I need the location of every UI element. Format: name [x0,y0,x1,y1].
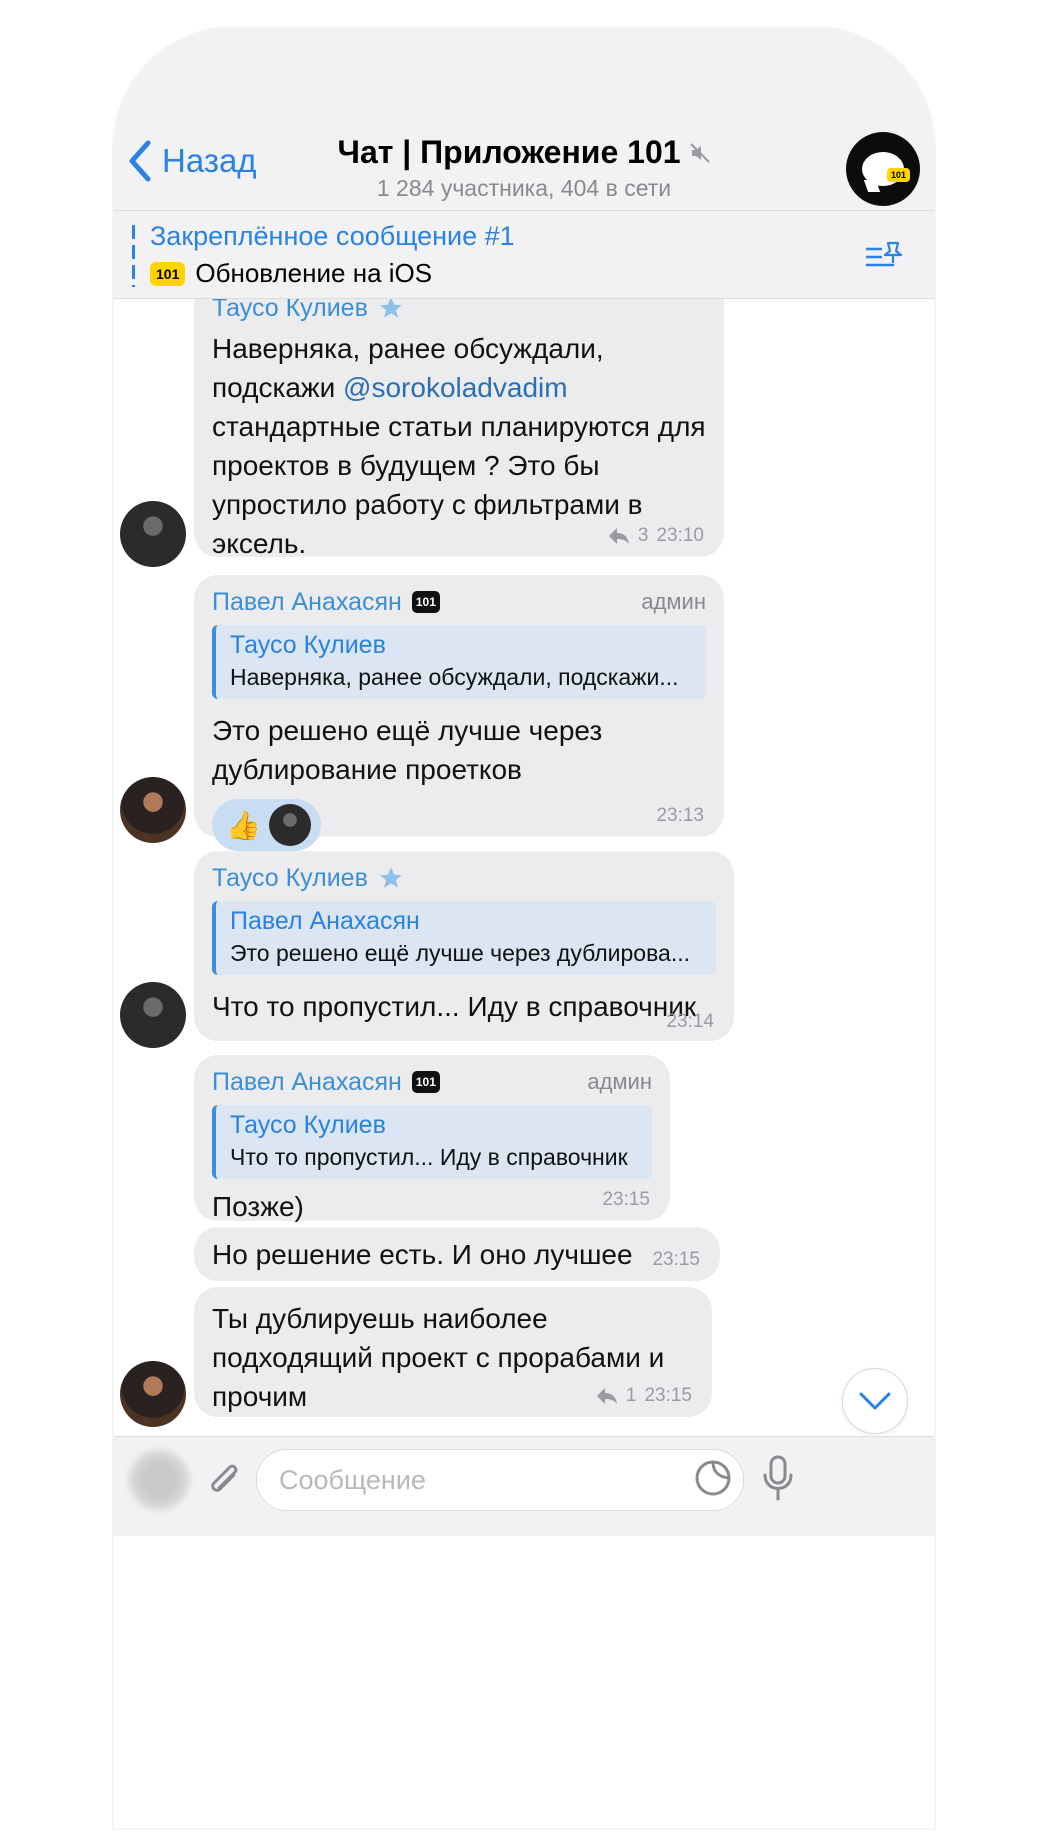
pinned-text: Обновление на iOS [195,258,433,288]
reaction-chip[interactable]: 👍 [212,799,321,851]
avatar[interactable] [120,501,186,567]
pin-list-icon[interactable] [864,241,904,271]
attach-icon[interactable] [206,1461,242,1501]
quote-sender: Павел Анахасян [230,907,420,935]
sender-name[interactable]: Павел Анахасян 101 [212,587,706,617]
sender-name[interactable]: Таусо Кулиев [212,299,706,323]
quote-sender: Таусо Кулиев [230,631,386,659]
microphone-icon[interactable] [762,1455,794,1501]
pinned-badge: 101 [150,261,186,286]
message-meta: 23:15 [652,1249,700,1271]
quote-text: Что то пропустил... Иду в справочник [230,1144,628,1170]
avatar-tag: 101 [886,168,910,182]
back-label: Назад [162,142,257,179]
message-time: 23:10 [656,525,704,546]
message-bubble[interactable]: Ты дублируешь наиболее подходящий проект… [194,1287,712,1417]
pinned-message-bar[interactable]: Закреплённое сообщение #1 101 Обновление… [114,211,934,299]
reply-quote[interactable]: Таусо Кулиев Что то пропустил... Иду в с… [212,1105,652,1179]
message-text: Что то пропустил... Иду в справочник [212,991,697,1022]
message-time: 23:14 [666,1011,714,1032]
sender-badge: 101 [411,1071,440,1093]
quote-text: Это решено ещё лучше через дублирова... [230,940,691,966]
sender-name[interactable]: Павел Анахасян 101 [212,1067,652,1097]
sender-name[interactable]: Таусо Кулиев [212,863,716,893]
chevron-left-icon [129,140,151,182]
quote-sender: Таусо Кулиев [230,1111,386,1139]
message-meta: 3 23:10 [608,525,704,547]
admin-label: админ [587,1069,652,1094]
chat-title-area[interactable]: Чат | Приложение 101 1 284 участника, 40… [314,134,734,202]
chevron-down-icon [859,1392,891,1410]
reply-quote[interactable]: Павел Анахасян Это решено ещё лучше чере… [212,901,716,975]
message-meta: 1 23:15 [596,1385,692,1407]
reactor-avatar [268,804,311,846]
avatar[interactable] [120,777,186,843]
avatar[interactable] [120,982,186,1048]
scroll-to-bottom-button[interactable] [842,1368,908,1434]
message-composer: Сообщение [114,1436,934,1536]
reply-arrow-icon [596,1388,617,1404]
message-meta: 23:15 [602,1189,650,1211]
thumbs-up-icon: 👍 [226,809,261,841]
message-time: 23:13 [656,805,704,826]
reply-quote[interactable]: Таусо Кулиев Наверняка, ранее обсуждали,… [212,625,706,699]
message-bubble[interactable]: Павел Анахасян 101 админ Таусо Кулиев На… [194,575,724,851]
star-icon [380,867,402,888]
avatar[interactable] [120,1361,186,1427]
reply-arrow-icon [608,528,629,544]
message-meta: 23:14 [666,1011,714,1033]
reply-count[interactable]: 3 [638,525,649,547]
pinned-indicator [132,225,135,287]
admin-label: админ [641,589,706,614]
message-time: 23:15 [644,1385,692,1406]
message-text: Но решение есть. И оно лучшее [212,1239,633,1270]
message-feed[interactable]: Таусо Кулиев Наверняка, ранее обсуждали,… [114,299,934,1434]
quote-text: Наверняка, ранее обсуждали, подскажи... [230,664,679,690]
chat-members-status: 1 284 участника, 404 в сети [376,175,672,201]
message-bubble[interactable]: Таусо Кулиев Наверняка, ранее обсуждали,… [194,299,724,559]
star-icon [380,299,402,318]
chat-title: Чат | Приложение 101 [337,134,681,170]
chat-header: Назад Чат | Приложение 101 1 284 участни… [114,28,934,211]
message-bubble[interactable]: Но решение есть. И оно лучшее 23:15 [194,1227,720,1281]
sender-badge: 101 [411,591,440,613]
mention-link[interactable]: @sorokoladvadim [343,372,568,403]
chat-avatar[interactable]: 101 [846,132,920,206]
sticker-icon[interactable] [694,1459,732,1497]
message-time: 23:15 [602,1189,650,1210]
pinned-title: Закреплённое сообщение #1 [150,221,515,251]
message-text: Это решено ещё лучше через дублирование … [212,715,603,785]
chat-screen: Назад Чат | Приложение 101 1 284 участни… [114,28,934,1828]
send-as-avatar[interactable] [128,1449,190,1511]
reply-count[interactable]: 1 [626,1385,637,1407]
message-bubble[interactable]: Павел Анахасян 101 админ Таусо Кулиев Чт… [194,1055,670,1222]
muted-icon [689,142,710,163]
message-text: Позже) [212,1191,304,1222]
message-input[interactable]: Сообщение [256,1449,744,1511]
message-meta: 23:13 [656,805,704,827]
message-bubble[interactable]: Таусо Кулиев Павел Анахасян Это решено е… [194,851,734,1041]
message-time: 23:15 [652,1249,700,1270]
back-button[interactable]: Назад [128,140,257,182]
